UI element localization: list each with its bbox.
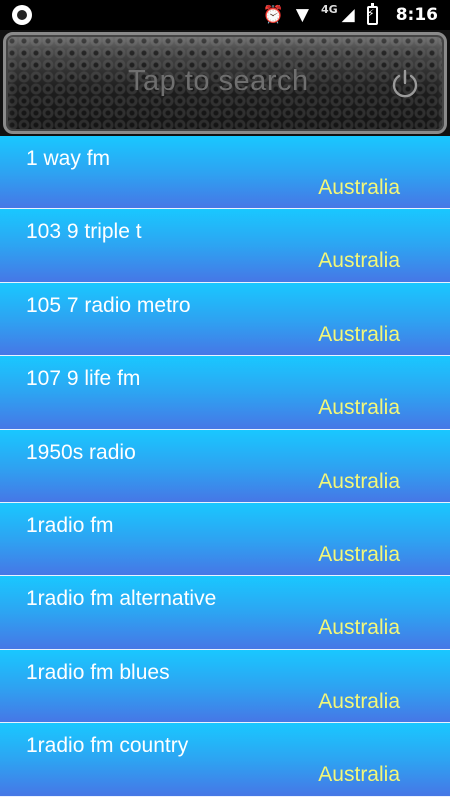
alarm-icon: ⏰ (262, 5, 284, 25)
station-item[interactable]: 1radio fm blues Australia (0, 649, 450, 724)
header: Tap to search (0, 30, 450, 136)
station-country: Australia (318, 322, 400, 346)
wifi-icon: ▼ (295, 5, 309, 25)
station-country: Australia (318, 763, 400, 787)
station-country: Australia (318, 689, 400, 713)
station-name: 1950s radio (26, 440, 136, 464)
station-name: 103 9 triple t (26, 220, 142, 244)
station-name: 1radio fm country (26, 734, 189, 758)
station-list[interactable]: 1 way fm Australia 103 9 triple t Australia… (0, 136, 450, 800)
battery-icon (366, 2, 378, 25)
power-icon[interactable] (390, 69, 420, 99)
station-name: 1radio fm alternative (26, 587, 217, 611)
network-type: 4G (320, 3, 338, 16)
station-country: Australia (318, 616, 400, 640)
station-country: Australia (318, 542, 400, 566)
status-bar: ⏰ ▼ 4G ◢ 8:16 (0, 0, 450, 30)
station-name: 1 way fm (26, 147, 111, 170)
station-name: 1radio fm (26, 513, 114, 537)
station-item[interactable]: 1 way fm Australia (0, 136, 450, 210)
station-country: Australia (318, 396, 400, 420)
station-country: Australia (318, 469, 400, 493)
station-item[interactable]: 1radio fm alternative Australia (0, 576, 450, 650)
station-name: 107 9 life fm (26, 367, 141, 391)
search-placeholder[interactable]: Tap to search (128, 65, 348, 98)
station-name: 1radio fm blues (26, 660, 170, 684)
notification-icon (12, 5, 32, 25)
signal-icon: ◢ (341, 5, 355, 25)
status-icons: ⏰ ▼ 4G ◢ 8:16 (263, 0, 438, 30)
station-item[interactable]: 107 9 life fm Australia (0, 356, 450, 430)
clock: 8:16 (395, 5, 438, 25)
station-item[interactable]: 1radio fm Australia (0, 502, 450, 577)
station-country: Australia (318, 176, 400, 199)
station-item[interactable]: 1950s radio Australia (0, 429, 450, 503)
station-item[interactable]: 105 7 radio metro Australia (0, 282, 450, 357)
station-country: Australia (318, 249, 400, 273)
search-bar[interactable]: Tap to search (3, 32, 447, 134)
station-item[interactable]: 103 9 triple t Australia (0, 209, 450, 283)
station-name: 105 7 radio metro (26, 293, 191, 317)
station-item[interactable]: 1radio fm country Australia (0, 723, 450, 797)
